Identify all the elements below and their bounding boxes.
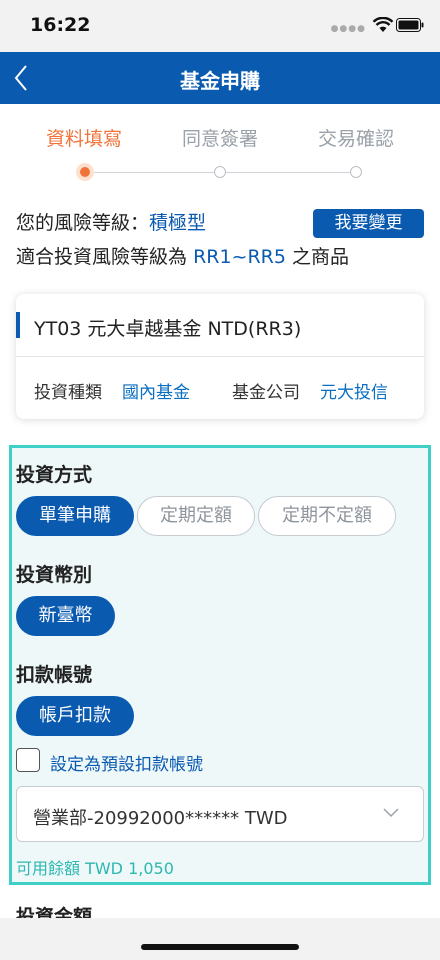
method-title: 投資方式 [16,464,93,486]
step-label-agree: 同意簽署 [181,128,258,150]
fund-type-label: 投資種類 [34,383,102,403]
risk-range-text: 適合投資風險等級為 RR1~RR5 之商品 [16,242,349,269]
step-connector [226,172,350,173]
divider [16,356,424,357]
step-dot-active [76,163,94,181]
risk-range-label: 適合投資風險等級為 [16,246,188,268]
debit-option-account[interactable]: 帳戶扣款 [16,696,134,736]
step-dot [214,166,226,178]
available-balance: 可用餘額 TWD 1,050 [16,859,174,878]
risk-range-value: RR1~RR5 [193,246,286,268]
risk-level-text: 您的風險等級：積極型 [16,208,206,235]
method-option-regular-variable[interactable]: 定期不定額 [258,496,396,536]
wifi-icon [372,17,394,32]
default-account-label[interactable]: 設定為預設扣款帳號 [50,750,203,775]
page-title: 基金申購 [180,69,260,93]
nav-bar: 基金申購 [0,52,440,104]
currency-option-twd[interactable]: 新臺幣 [16,596,115,636]
signal-icon: ●●●● [330,24,366,34]
debit-title: 扣款帳號 [16,664,93,686]
debit-account-select[interactable]: 營業部-20992000****** TWD [16,786,424,842]
fund-accent-bar [16,312,20,338]
progress-steps: 資料填寫 同意簽署 交易確認 [0,104,440,194]
risk-level-label: 您的風險等級： [16,212,150,234]
change-risk-button[interactable]: 我要變更 [313,209,424,238]
status-bar: 16:22 ●●●● [0,0,440,52]
fund-type-value: 國內基金 [122,383,190,403]
battery-icon [396,18,424,32]
step-label-fill-in: 資料填寫 [45,128,122,150]
risk-level-value: 積極型 [149,212,207,234]
home-indicator-area [0,918,440,960]
status-time: 16:22 [30,14,91,36]
currency-title: 投資幣別 [16,564,93,586]
risk-range-suffix: 之商品 [292,246,350,268]
home-indicator[interactable] [141,944,299,950]
debit-account-value: 營業部-20992000****** TWD [33,808,288,829]
step-label-confirm: 交易確認 [317,128,394,150]
step-connector [94,172,214,173]
chevron-down-icon [383,808,399,818]
default-account-checkbox[interactable] [16,748,40,772]
method-option-regular-fixed[interactable]: 定期定額 [137,496,255,536]
fund-company-label: 基金公司 [232,383,300,403]
fund-company-value: 元大投信 [320,383,388,403]
fund-name: YT03 元大卓越基金 NTD(RR3) [34,318,302,340]
fund-card: YT03 元大卓越基金 NTD(RR3) 投資種類 國內基金 基金公司 元大投信 [16,294,424,419]
method-option-lump-sum[interactable]: 單筆申購 [16,496,134,536]
step-dot [350,166,362,178]
